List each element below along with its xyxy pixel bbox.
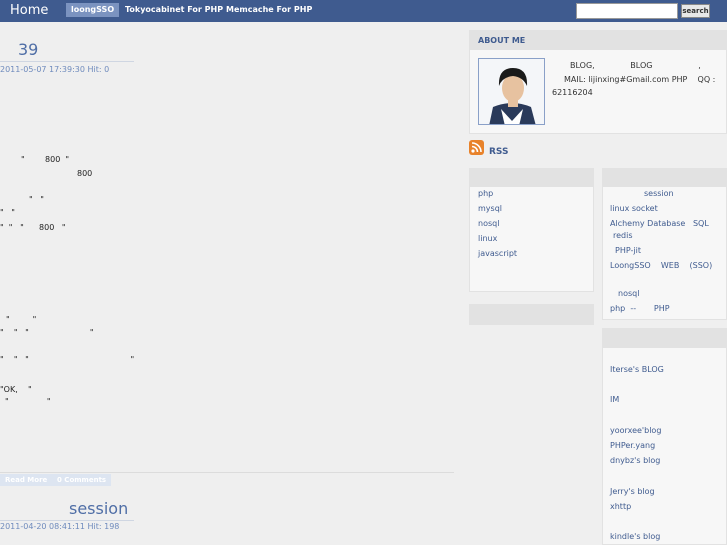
categories-header xyxy=(470,169,593,187)
recent-post-link[interactable]: nosql xyxy=(618,289,639,298)
empty-widget-header xyxy=(470,305,593,324)
recent-posts-header xyxy=(603,169,727,187)
friend-link[interactable]: PHPer.yang xyxy=(610,441,655,450)
post-text-line: " " xyxy=(29,195,44,204)
friend-link[interactable]: dnybz's blog xyxy=(610,456,660,465)
friend-link[interactable]: yoorxee'blog xyxy=(610,426,661,435)
about-text-line: BLOG, BLOG , xyxy=(570,61,701,70)
about-me-title: ABOUT ME xyxy=(478,36,526,45)
category-link[interactable]: mysql xyxy=(478,204,502,213)
post-text-line: "OK, " xyxy=(0,385,32,394)
title-underline xyxy=(0,61,134,62)
home-link[interactable]: Home xyxy=(10,3,48,18)
friend-link[interactable]: Jerry's blog xyxy=(610,487,655,496)
post-title[interactable]: session xyxy=(69,499,128,518)
post-divider xyxy=(0,472,454,473)
post-text-line: " " " " xyxy=(0,328,94,337)
search-input[interactable] xyxy=(576,3,678,19)
post-text-line: " " xyxy=(6,315,37,324)
recent-post-link[interactable]: Alchemy Database SQL xyxy=(610,219,709,228)
post-meta: 2011-04-20 08:41:11 Hit: 198 xyxy=(0,522,120,531)
recent-post-link[interactable]: linux socket xyxy=(610,204,658,213)
comments-link[interactable]: 0 Comments xyxy=(52,474,112,486)
friend-link[interactable]: IM xyxy=(610,395,619,404)
nav-memcache[interactable]: Memcache For PHP xyxy=(221,3,317,17)
category-link[interactable]: javascript xyxy=(478,249,517,258)
category-link[interactable]: linux xyxy=(478,234,497,243)
links-box xyxy=(602,328,727,545)
avatar xyxy=(478,58,545,125)
recent-post-link[interactable]: redis xyxy=(613,231,633,240)
category-link[interactable]: nosql xyxy=(478,219,499,228)
recent-post-link[interactable]: session xyxy=(644,189,674,198)
recent-post-link[interactable]: LoongSSO WEB (SSO) xyxy=(610,261,712,270)
rss-icon[interactable] xyxy=(469,140,484,155)
search-button[interactable]: search xyxy=(681,4,710,18)
nav-tokyocabinet[interactable]: Tokyocabinet For PHP xyxy=(120,3,228,17)
post-title[interactable]: 39 xyxy=(18,40,38,59)
category-link[interactable]: php xyxy=(478,189,493,198)
friend-link[interactable]: Iterse's BLOG xyxy=(610,365,664,374)
about-text-line: 62116204 xyxy=(552,88,593,97)
recent-post-link[interactable]: php -- PHP xyxy=(610,304,670,313)
post-text-line: " " xyxy=(5,397,51,406)
friend-link[interactable]: xhttp xyxy=(610,502,631,511)
top-navigation-bar: Home loongSSO Tokyocabinet For PHP Memca… xyxy=(0,0,727,22)
post-text-line: " 800 " xyxy=(21,155,70,164)
post-text-line: 800 xyxy=(77,169,93,178)
post-text-line: " " " 800 " xyxy=(0,223,66,232)
post-meta: 2011-05-07 17:39:30 Hit: 0 xyxy=(0,65,110,74)
recent-post-link[interactable]: PHP-jit xyxy=(615,246,641,255)
nav-loongsso[interactable]: loongSSO xyxy=(66,3,120,17)
friend-link[interactable]: kindle's blog xyxy=(610,532,660,541)
links-header xyxy=(603,329,727,348)
rss-link[interactable]: RSS xyxy=(489,147,509,157)
about-text-line: MAIL: lijinxing#Gmail.com PHP QQ : xyxy=(564,75,716,84)
post-text-line: " " " " xyxy=(0,355,135,364)
read-more-button[interactable]: Read More xyxy=(0,474,53,486)
title-underline xyxy=(0,520,134,521)
post-text-line: " " xyxy=(0,208,15,217)
